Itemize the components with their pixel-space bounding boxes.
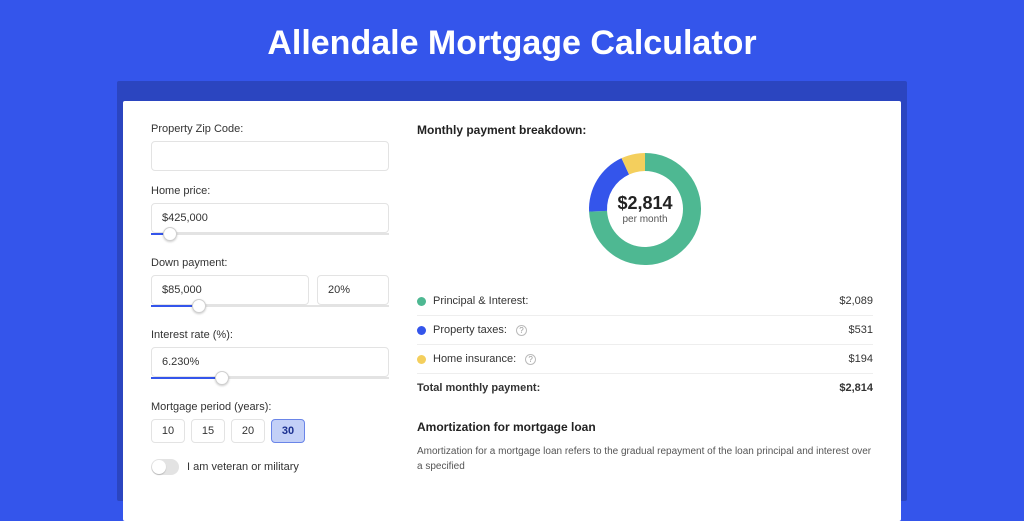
legend: Principal & Interest: $2,089 Property taxe…	[417, 287, 873, 374]
down-payment-input[interactable]	[151, 275, 309, 305]
donut-center-label: $2,814 per month	[617, 193, 672, 225]
breakdown-title: Monthly payment breakdown:	[417, 123, 873, 137]
amort-text: Amortization for a mortgage loan refers …	[417, 444, 873, 474]
amort-title: Amortization for mortgage loan	[417, 420, 873, 434]
period-label: Mortgage period (years):	[151, 401, 389, 413]
down-payment-pct-input[interactable]	[317, 275, 389, 305]
interest-slider[interactable]	[151, 377, 389, 387]
interest-label: Interest rate (%):	[151, 329, 389, 341]
legend-label: Home insurance:	[433, 353, 516, 365]
veteran-toggle[interactable]	[151, 459, 179, 475]
zip-group: Property Zip Code:	[151, 123, 389, 171]
home-price-label: Home price:	[151, 185, 389, 197]
legend-value: $531	[849, 324, 873, 336]
total-value: $2,814	[839, 382, 873, 394]
home-price-input[interactable]	[151, 203, 389, 233]
card-shadow: Property Zip Code: Home price: Down paym…	[117, 81, 907, 501]
donut-amount: $2,814	[617, 193, 672, 214]
zip-label: Property Zip Code:	[151, 123, 389, 135]
period-option-15[interactable]: 15	[191, 419, 225, 443]
input-column: Property Zip Code: Home price: Down paym…	[151, 123, 389, 521]
period-option-20[interactable]: 20	[231, 419, 265, 443]
help-icon[interactable]: ?	[525, 354, 536, 365]
page-title: Allendale Mortgage Calculator	[0, 0, 1024, 81]
down-payment-label: Down payment:	[151, 257, 389, 269]
total-row: Total monthly payment: $2,814	[417, 374, 873, 402]
slider-thumb[interactable]	[163, 227, 177, 241]
slider-thumb[interactable]	[192, 299, 206, 313]
breakdown-column: Monthly payment breakdown: $2,814 per mo…	[417, 123, 873, 521]
zip-input[interactable]	[151, 141, 389, 171]
down-payment-slider[interactable]	[151, 305, 389, 315]
toggle-knob	[152, 460, 166, 474]
donut-chart: $2,814 per month	[417, 149, 873, 269]
period-option-10[interactable]: 10	[151, 419, 185, 443]
veteran-row: I am veteran or military	[151, 459, 389, 475]
period-option-30[interactable]: 30	[271, 419, 305, 443]
home-price-slider[interactable]	[151, 233, 389, 243]
slider-thumb[interactable]	[215, 371, 229, 385]
legend-label: Property taxes:	[433, 324, 507, 336]
legend-row: Property taxes:? $531	[417, 316, 873, 345]
legend-dot	[417, 355, 426, 364]
legend-row: Home insurance:? $194	[417, 345, 873, 374]
donut-per: per month	[617, 214, 672, 225]
period-group: Mortgage period (years): 10152030	[151, 401, 389, 443]
down-payment-group: Down payment:	[151, 257, 389, 315]
total-label: Total monthly payment:	[417, 382, 540, 394]
veteran-label: I am veteran or military	[187, 461, 299, 473]
legend-dot	[417, 326, 426, 335]
calculator-card: Property Zip Code: Home price: Down paym…	[123, 101, 901, 521]
help-icon[interactable]: ?	[516, 325, 527, 336]
legend-value: $194	[849, 353, 873, 365]
interest-group: Interest rate (%):	[151, 329, 389, 387]
interest-input[interactable]	[151, 347, 389, 377]
legend-label: Principal & Interest:	[433, 295, 528, 307]
legend-value: $2,089	[839, 295, 873, 307]
home-price-group: Home price:	[151, 185, 389, 243]
legend-row: Principal & Interest: $2,089	[417, 287, 873, 316]
legend-dot	[417, 297, 426, 306]
period-row: 10152030	[151, 419, 389, 443]
